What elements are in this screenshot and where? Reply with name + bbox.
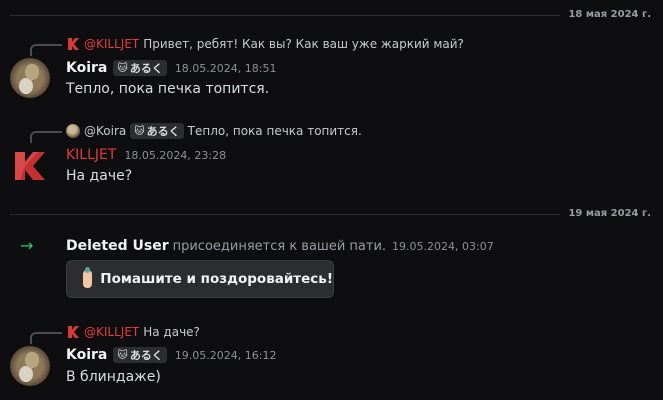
cat-icon: 🐱 (117, 62, 128, 74)
guild-tag-label: あるく (129, 349, 163, 362)
date-label: 19 мая 2024 г. (560, 207, 655, 221)
reply-author[interactable]: @KILLJET (84, 37, 139, 51)
message-header: Koira 🐱 あるく 18.05.2024, 18:51 (66, 58, 277, 78)
reply-connector (30, 332, 62, 344)
reply-text: Привет, ребят! Как вы? Как ваш уже жарки… (143, 37, 464, 51)
message-text: Тепло, пока печка топится. (66, 81, 270, 97)
wave-button[interactable]: Помашите и поздоровайтесь! (66, 260, 334, 298)
reply-preview[interactable]: @KILLJET Привет, ребят! Как вы? Как ваш … (66, 36, 464, 52)
reply-preview[interactable]: @Koira 🐱 あるく Тепло, пока печка топится. (66, 123, 362, 139)
reply-author[interactable]: @Koira (84, 124, 126, 138)
date-divider: 18 мая 2024 г. (10, 8, 655, 22)
message-header: KILLJET 18.05.2024, 23:28 (66, 145, 226, 165)
avatar[interactable] (10, 58, 50, 98)
killjet-avatar[interactable] (12, 148, 48, 184)
author-name[interactable]: KILLJET (66, 147, 116, 163)
message-text: На даче? (66, 168, 133, 184)
guild-tag[interactable]: 🐱 あるく (113, 60, 167, 76)
date-divider: 19 мая 2024 г. (10, 207, 655, 221)
timestamp: 19.05.2024, 03:07 (392, 239, 494, 253)
reply-connector (30, 131, 62, 143)
wave-button-label: Помашите и поздоровайтесь! (100, 271, 333, 287)
author-name[interactable]: Koira (66, 347, 107, 363)
killjet-avatar-icon (68, 326, 79, 338)
reply-author[interactable]: @KILLJET (84, 325, 139, 339)
timestamp: 19.05.2024, 16:12 (174, 348, 277, 362)
joined-user[interactable]: Deleted User (66, 238, 169, 254)
timestamp: 18.05.2024, 18:51 (174, 61, 277, 75)
join-arrow-icon: → (20, 236, 34, 255)
timestamp: 18.05.2024, 23:28 (124, 148, 227, 162)
wave-sticker-icon (83, 267, 93, 288)
join-text: Deleted User присоединяется к вашей пати… (66, 238, 494, 254)
message-text: В блиндаже) (66, 369, 161, 385)
reply-text: На даче? (143, 325, 200, 339)
join-action: присоединяется к вашей пати. (172, 238, 387, 254)
cat-icon: 🐱 (134, 125, 145, 137)
guild-tag: 🐱 あるく (130, 123, 184, 139)
guild-tag-label: あるく (129, 62, 163, 75)
guild-tag-label: あるく (146, 125, 180, 138)
reply-preview[interactable]: @KILLJET На даче? (66, 324, 200, 340)
avatar[interactable] (10, 346, 50, 386)
killjet-avatar-icon (68, 38, 79, 50)
guild-tag[interactable]: 🐱 あるく (113, 347, 167, 363)
date-label: 18 мая 2024 г. (560, 8, 655, 22)
reply-text: Тепло, пока печка топится. (187, 124, 362, 138)
reply-connector (30, 44, 62, 56)
message-header: Koira 🐱 あるく 19.05.2024, 16:12 (66, 345, 277, 365)
author-name[interactable]: Koira (66, 60, 107, 76)
koira-avatar-icon (66, 124, 80, 138)
cat-icon: 🐱 (117, 349, 128, 361)
